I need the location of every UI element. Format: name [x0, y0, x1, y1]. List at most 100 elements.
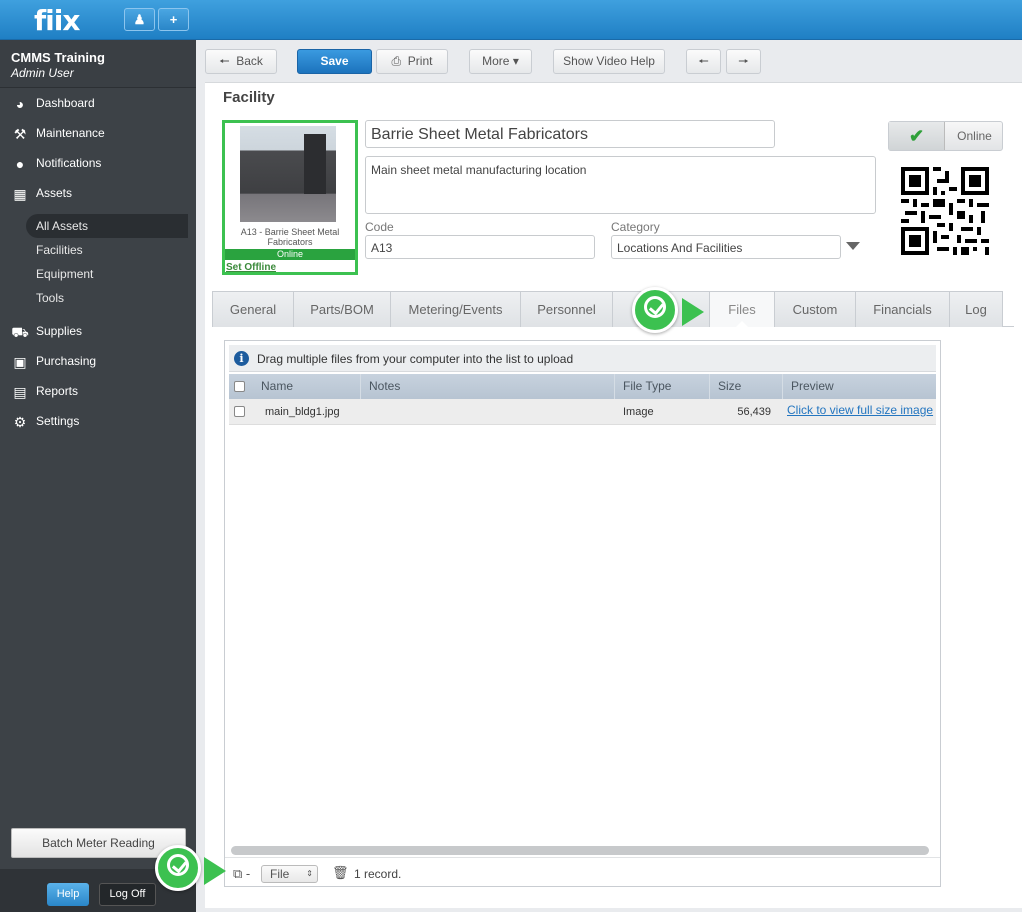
- fiix-logo[interactable]: fiix: [34, 4, 80, 37]
- sidebar-item-reports[interactable]: ▤ Reports: [10, 379, 78, 403]
- record-count: 1 record.: [354, 867, 402, 881]
- code-label: Code: [365, 220, 394, 234]
- qr-code[interactable]: [901, 167, 989, 255]
- arrow-right-icon: 🠖: [738, 54, 749, 68]
- checkmark-icon: [644, 296, 666, 318]
- category-field[interactable]: Locations And Facilities: [611, 235, 841, 259]
- user-name: Admin User: [11, 66, 74, 80]
- column-name[interactable]: Name: [253, 374, 360, 399]
- active-tab-pointer: [735, 321, 749, 328]
- cart-icon: ▣: [13, 353, 27, 370]
- print-button[interactable]: ⎙ Print: [376, 49, 448, 74]
- info-icon: i: [234, 351, 249, 366]
- file-size: 56,439: [737, 406, 771, 418]
- chart-icon: ▤: [13, 383, 27, 400]
- category-label: Category: [611, 220, 660, 234]
- add-file-icon[interactable]: ⧉ -: [233, 866, 250, 882]
- sidebar-item-settings[interactable]: ⚙ Settings: [10, 409, 80, 433]
- printer-icon: ⎙: [391, 54, 402, 68]
- column-size[interactable]: Size: [709, 374, 782, 399]
- file-name: main_bldg1.jpg: [265, 406, 340, 418]
- upload-hint-bar: i Drag multiple files from your computer…: [229, 345, 936, 372]
- arrow-left-icon: 🠔: [219, 54, 230, 68]
- status-label: Online: [957, 129, 992, 143]
- sidebar-item-maintenance[interactable]: ⚒ Maintenance: [10, 121, 105, 145]
- tab-general[interactable]: General: [212, 291, 294, 327]
- upload-hint-text: Drag multiple files from your computer i…: [257, 352, 574, 366]
- sidebar-subitem-equipment[interactable]: Equipment: [36, 267, 93, 281]
- tab-bar: General Parts/BOM Metering/Events Person…: [212, 291, 1014, 328]
- top-bar: fiix ♟ +: [0, 0, 1022, 40]
- marker-pointer: [204, 857, 226, 885]
- help-button[interactable]: Help: [47, 883, 89, 906]
- tab-personnel[interactable]: Personnel: [520, 291, 613, 327]
- row-checkbox[interactable]: [234, 406, 245, 417]
- tab-log[interactable]: Log: [949, 291, 1003, 327]
- page-title: Facility: [223, 89, 275, 106]
- back-button[interactable]: 🠔 Back: [205, 49, 277, 74]
- grid-header: Name Notes File Type Size Preview: [229, 374, 936, 399]
- description-field[interactable]: Main sheet metal manufacturing location: [365, 156, 876, 214]
- online-status-bar: Online: [225, 249, 355, 260]
- org-name: CMMS Training: [11, 50, 105, 65]
- column-preview[interactable]: Preview: [782, 374, 936, 399]
- code-field[interactable]: A13: [365, 235, 595, 259]
- gear-icon: ⚙: [13, 413, 27, 430]
- boxes-icon: ▦: [13, 185, 27, 202]
- sidebar-subitem-facilities[interactable]: Facilities: [36, 243, 83, 257]
- add-button[interactable]: +: [158, 8, 189, 31]
- status-toggle[interactable]: ✔ Online: [888, 121, 1003, 151]
- upload-highlight-marker: [155, 845, 201, 891]
- user-icon: ♟: [133, 12, 146, 27]
- preview-link[interactable]: Click to view full size image: [787, 403, 933, 417]
- sidebar: CMMS Training Admin User ◕ Dashboard ⚒ Mai…: [0, 40, 196, 912]
- tab-metering-events[interactable]: Metering/Events: [390, 291, 521, 327]
- logoff-button[interactable]: Log Off: [99, 883, 156, 906]
- save-button[interactable]: Save: [297, 49, 372, 74]
- arrow-left-icon: 🠔: [698, 54, 709, 68]
- grid-footer: ⧉ - File ⇕ 🗑 1 record.: [225, 857, 940, 887]
- tab-highlight-marker: [632, 287, 678, 333]
- next-record-button[interactable]: 🠖: [726, 49, 761, 74]
- horizontal-scrollbar[interactable]: [231, 846, 929, 855]
- sidebar-item-notifications[interactable]: ● Notifications: [10, 151, 102, 175]
- column-file-type[interactable]: File Type: [614, 374, 709, 399]
- check-icon: ✔: [889, 122, 945, 150]
- chat-icon: ●: [15, 155, 25, 172]
- select-all-checkbox[interactable]: [234, 381, 245, 392]
- truck-icon: ⛟: [11, 323, 29, 340]
- sidebar-subitem-tools[interactable]: Tools: [36, 291, 64, 305]
- previous-record-button[interactable]: 🠔: [686, 49, 721, 74]
- trash-icon[interactable]: 🗑: [332, 865, 349, 881]
- more-dropdown[interactable]: More ▾: [469, 49, 532, 74]
- file-type-select[interactable]: File ⇕: [261, 865, 318, 883]
- checkmark-icon: [167, 854, 189, 876]
- sidebar-item-assets[interactable]: ▦ Assets: [10, 181, 72, 205]
- user-button[interactable]: ♟: [124, 8, 155, 31]
- asset-photo-card[interactable]: A13 - Barrie Sheet Metal Fabricators Onl…: [222, 120, 358, 275]
- caret-down-icon: ▾: [512, 54, 519, 68]
- sidebar-item-supplies[interactable]: ⛟ Supplies: [10, 319, 82, 343]
- sidebar-subitem-all-assets[interactable]: All Assets: [36, 219, 88, 233]
- set-offline-link[interactable]: Set Offline: [226, 262, 276, 273]
- tab-financials[interactable]: Financials: [855, 291, 950, 327]
- sidebar-item-dashboard[interactable]: ◕ Dashboard: [10, 91, 95, 115]
- sidebar-item-purchasing[interactable]: ▣ Purchasing: [10, 349, 96, 373]
- plus-icon: +: [169, 12, 178, 27]
- spinner-icon: ⇕: [306, 869, 313, 878]
- dashboard-icon: ◕: [15, 95, 25, 112]
- photo-caption: A13 - Barrie Sheet Metal Fabricators: [240, 227, 340, 247]
- asset-photo[interactable]: [240, 126, 336, 222]
- table-row[interactable]: main_bldg1.jpg Image 56,439 Click to vie…: [229, 399, 936, 425]
- file-type: Image: [623, 406, 654, 418]
- show-video-help-button[interactable]: Show Video Help: [553, 49, 665, 74]
- column-notes[interactable]: Notes: [360, 374, 614, 399]
- category-dropdown-icon[interactable]: [846, 242, 860, 250]
- asset-name-field[interactable]: Barrie Sheet Metal Fabricators: [365, 120, 775, 148]
- tab-custom[interactable]: Custom: [774, 291, 856, 327]
- marker-pointer: [682, 298, 704, 326]
- account-header: CMMS Training Admin User: [0, 40, 196, 88]
- record-panel: Facility A13 - Barrie Sheet Metal Fabric…: [205, 82, 1022, 908]
- tab-parts-bom[interactable]: Parts/BOM: [293, 291, 391, 327]
- files-grid: i Drag multiple files from your computer…: [224, 340, 941, 887]
